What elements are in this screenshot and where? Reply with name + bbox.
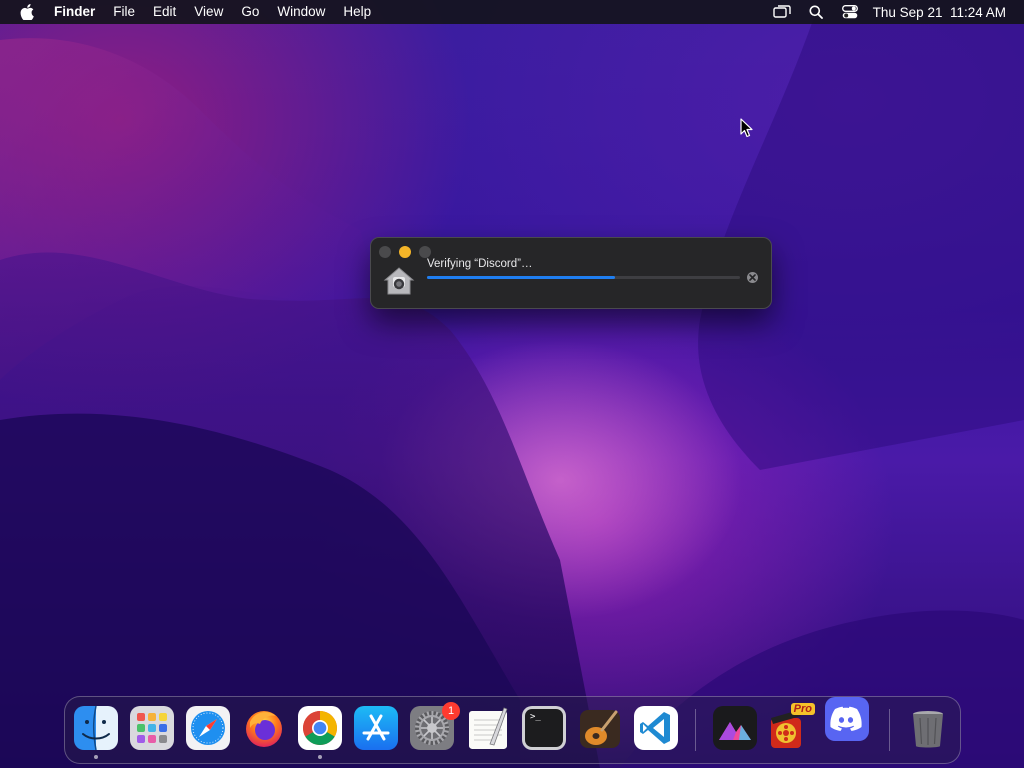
discord-icon xyxy=(825,697,869,741)
dock-finder[interactable] xyxy=(74,706,118,759)
desktop-wallpaper xyxy=(0,0,1024,768)
spotlight-search-icon[interactable] xyxy=(799,0,833,24)
app-store-icon xyxy=(354,706,398,750)
menu-view[interactable]: View xyxy=(185,0,232,24)
dock-trash[interactable] xyxy=(906,706,950,750)
firefox-icon xyxy=(242,706,286,750)
menu-go[interactable]: Go xyxy=(232,0,268,24)
dock-darkroom[interactable] xyxy=(713,706,757,750)
gatekeeper-house-icon xyxy=(383,265,415,297)
dock-movie-maker-pro[interactable]: Pro xyxy=(769,703,815,750)
pro-label: Pro xyxy=(790,703,815,715)
verifying-dialog: Verifying “Discord”… xyxy=(370,237,772,309)
dock-terminal[interactable]: >_ xyxy=(522,706,566,750)
dock-app-store[interactable] xyxy=(354,706,398,750)
dock-garageband[interactable] xyxy=(578,706,622,750)
menu-edit[interactable]: Edit xyxy=(144,0,185,24)
finder-icon xyxy=(74,706,118,750)
menu-help[interactable]: Help xyxy=(334,0,380,24)
window-close-button[interactable] xyxy=(379,246,391,258)
dock-launchpad[interactable] xyxy=(130,706,174,750)
dock-textedit[interactable] xyxy=(466,706,510,750)
movie-maker-pro-icon: Pro xyxy=(769,703,815,750)
garageband-icon xyxy=(578,706,622,750)
running-indicator xyxy=(318,755,322,759)
verifying-message: Verifying “Discord”… xyxy=(427,258,533,270)
mouse-pointer-icon xyxy=(740,118,754,143)
close-icon xyxy=(749,274,756,281)
dock: 1 >_ Pro xyxy=(64,696,961,764)
textedit-icon xyxy=(466,706,510,750)
menu-bar: Finder File Edit View Go Window Help Thu… xyxy=(0,0,1024,24)
notification-badge: 1 xyxy=(442,702,460,720)
dock-separator xyxy=(889,709,890,751)
apple-logo-icon[interactable] xyxy=(0,4,54,20)
darkroom-icon xyxy=(713,706,757,750)
dock-discord[interactable] xyxy=(825,697,869,741)
menu-file[interactable]: File xyxy=(104,0,144,24)
control-center-icon[interactable] xyxy=(833,0,867,24)
chrome-icon xyxy=(298,706,342,750)
vscode-icon xyxy=(634,706,678,750)
window-minimize-button[interactable] xyxy=(399,246,411,258)
trash-icon xyxy=(906,706,950,750)
menu-window[interactable]: Window xyxy=(268,0,334,24)
cancel-verify-button[interactable] xyxy=(747,272,758,283)
dock-system-preferences[interactable]: 1 xyxy=(410,702,460,750)
verify-progress-bar xyxy=(427,276,740,279)
menu-bar-clock[interactable]: Thu Sep 21 11:24 AM xyxy=(873,5,1006,20)
terminal-prompt: >_ xyxy=(530,712,541,722)
terminal-icon: >_ xyxy=(522,706,566,750)
running-indicator xyxy=(94,755,98,759)
window-zoom-button[interactable] xyxy=(419,246,431,258)
dock-chrome[interactable] xyxy=(298,706,342,759)
dock-firefox[interactable] xyxy=(242,706,286,750)
verify-progress-fill xyxy=(427,276,615,279)
dock-vscode[interactable] xyxy=(634,706,678,750)
launchpad-icon xyxy=(130,706,174,750)
dock-separator xyxy=(695,709,696,751)
safari-icon xyxy=(186,706,230,750)
menu-app-name[interactable]: Finder xyxy=(54,0,104,24)
screen-mirroring-icon[interactable] xyxy=(765,0,799,24)
dock-safari[interactable] xyxy=(186,706,230,750)
